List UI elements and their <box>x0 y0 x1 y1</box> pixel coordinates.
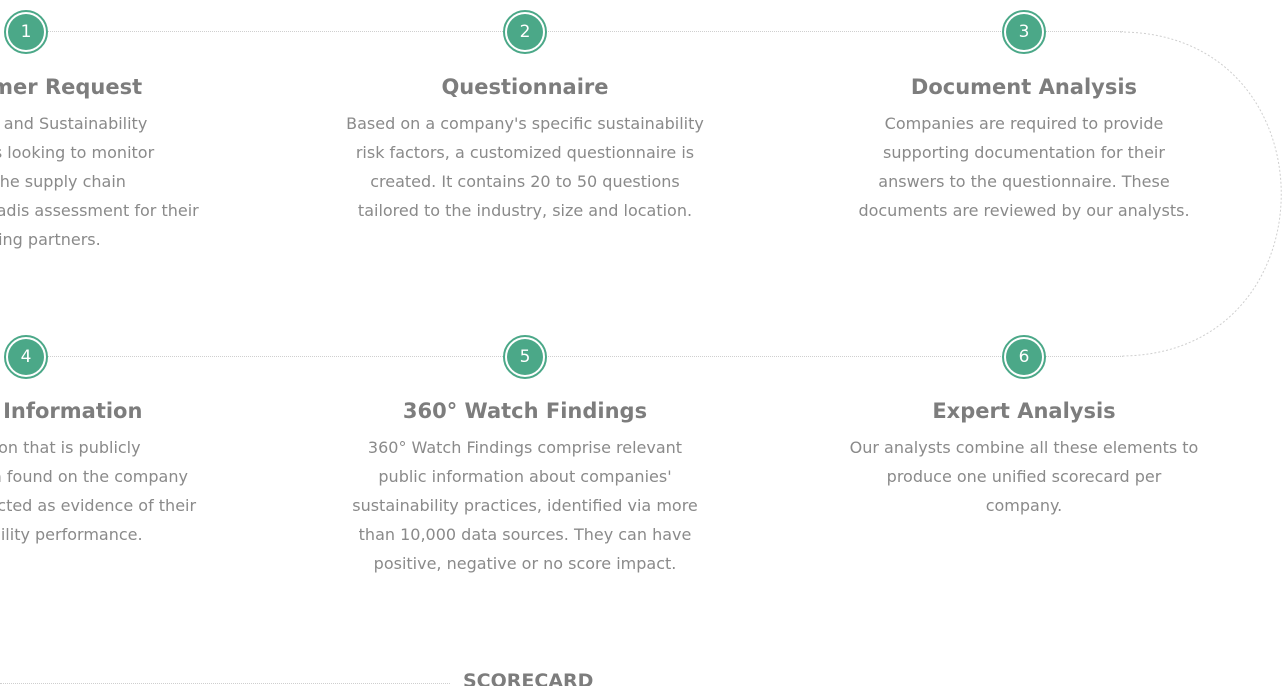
step-1: Customer Request CSR, EHS, and Sustainab… <box>0 74 223 254</box>
step-5-line: public information about companies' <box>378 467 672 486</box>
step-2-line: risk factors, a customized questionnaire… <box>355 143 695 162</box>
step-5-title: 360° Watch Findings <box>402 399 648 423</box>
step-3-number: 3 <box>1006 14 1042 50</box>
step-5: 360° Watch Findings 360° Watch Findings … <box>335 398 715 578</box>
step-4-marker: 4 <box>4 335 48 379</box>
step-1-line: trading partners. <box>0 230 101 249</box>
step-6-number: 6 <box>1006 339 1042 375</box>
step-1-line: request an EcoVadis assessment for their <box>0 201 199 220</box>
step-6-marker: 6 <box>1002 335 1046 379</box>
step-4-line: website, is collected as evidence of the… <box>0 496 197 515</box>
connector-line-scorecard <box>0 683 450 684</box>
step-6: Expert Analysis Our analysts combine all… <box>834 398 1214 520</box>
step-3-line: Companies are required to provide <box>884 114 1164 133</box>
scorecard-heading: SCORECARD <box>463 670 594 686</box>
step-2-line: tailored to the industry, size and locat… <box>357 201 693 220</box>
step-4: Public Information Information that is p… <box>0 398 223 549</box>
step-1-line: enterprises looking to monitor <box>0 143 155 162</box>
step-1-description: CSR, EHS, and Sustainability enterprises… <box>0 109 223 254</box>
step-4-line: sustainability performance. <box>0 525 143 544</box>
step-4-title: Public Information <box>0 399 143 423</box>
step-2: Questionnaire Based on a company's speci… <box>335 74 715 225</box>
step-4-description: Information that is publicly available, … <box>0 433 223 549</box>
step-3-line: documents are reviewed by our analysts. <box>858 201 1190 220</box>
step-5-description: 360° Watch Findings comprise relevant pu… <box>335 433 715 578</box>
step-3-marker: 3 <box>1002 10 1046 54</box>
step-6-line: Our analysts combine all these elements … <box>849 438 1199 457</box>
process-timeline: 1 Customer Request CSR, EHS, and Sustain… <box>0 0 1282 686</box>
step-5-number: 5 <box>507 339 543 375</box>
step-6-title: Expert Analysis <box>932 399 1116 423</box>
step-4-line: available, often found on the company <box>0 467 188 486</box>
step-2-marker: 2 <box>503 10 547 54</box>
step-1-line: CSR, EHS, and Sustainability <box>0 114 148 133</box>
step-4-line: Information that is publicly <box>0 438 141 457</box>
connector-line-row1 <box>48 31 1123 32</box>
step-1-marker: 1 <box>4 10 48 54</box>
step-2-number: 2 <box>507 14 543 50</box>
step-6-line: produce one unified scorecard per <box>886 467 1162 486</box>
step-3-description: Companies are required to provide suppor… <box>834 109 1214 225</box>
step-2-description: Based on a company's specific sustainabi… <box>335 109 715 225</box>
step-1-number: 1 <box>8 14 44 50</box>
step-1-line: risk in the supply chain <box>0 172 126 191</box>
step-5-marker: 5 <box>503 335 547 379</box>
step-2-title: Questionnaire <box>441 75 609 99</box>
connector-line-row2 <box>48 356 1123 357</box>
step-6-description: Our analysts combine all these elements … <box>834 433 1214 520</box>
step-2-line: Based on a company's specific sustainabi… <box>346 114 704 133</box>
step-3-line: supporting documentation for their <box>883 143 1165 162</box>
step-3-line: answers to the questionnaire. These <box>878 172 1170 191</box>
step-5-line: 360° Watch Findings comprise relevant <box>367 438 683 457</box>
step-6-line: company. <box>985 496 1063 515</box>
step-3: Document Analysis Companies are required… <box>834 74 1214 225</box>
step-2-line: created. It contains 20 to 50 questions <box>370 172 680 191</box>
step-4-number: 4 <box>8 339 44 375</box>
step-3-title: Document Analysis <box>910 75 1138 99</box>
step-5-line: positive, negative or no score impact. <box>373 554 677 573</box>
step-5-line: sustainability practices, identified via… <box>352 496 698 515</box>
step-5-line: than 10,000 data sources. They can have <box>358 525 692 544</box>
step-1-title: Customer Request <box>0 75 143 99</box>
